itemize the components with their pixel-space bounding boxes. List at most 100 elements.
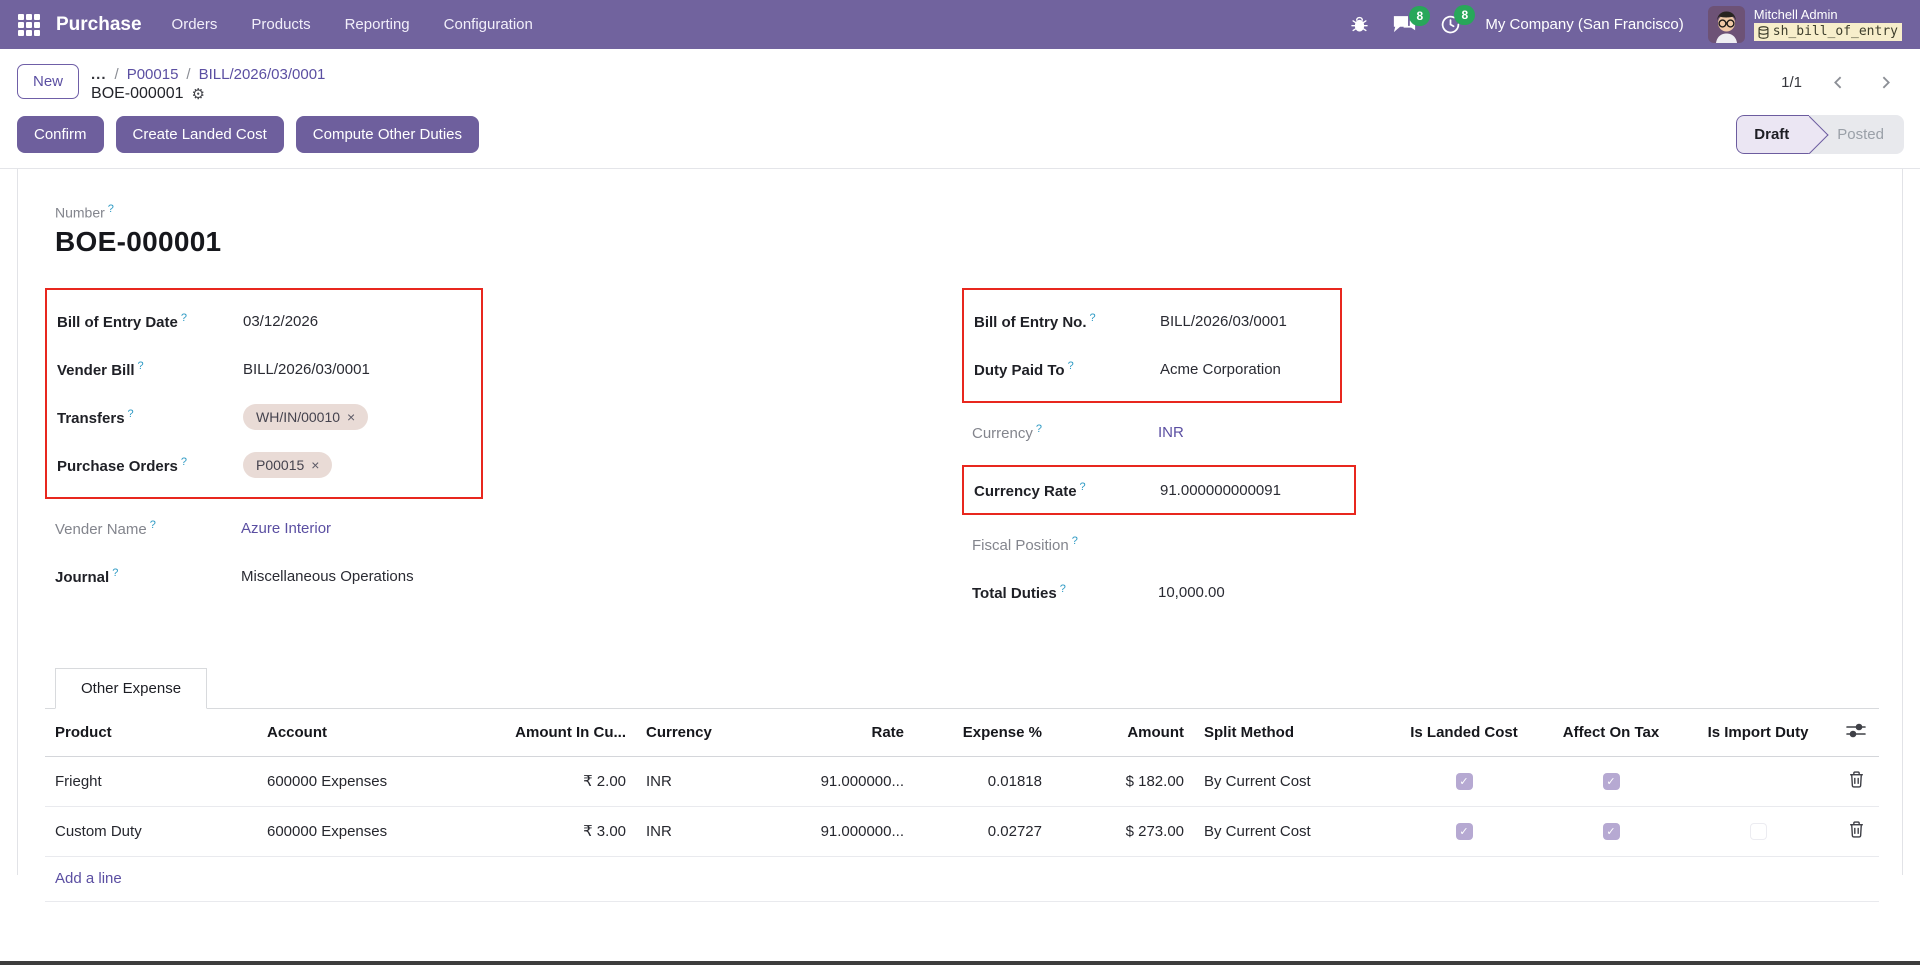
currency-rate-input[interactable]: 91.000000000091 [1160, 482, 1281, 499]
cell-split-method[interactable]: By Current Cost [1194, 823, 1390, 840]
bill-of-entry-date-input[interactable]: 03/12/2026 [243, 313, 318, 330]
col-header-is-landed-cost[interactable]: Is Landed Cost [1390, 711, 1538, 754]
col-header-amount[interactable]: Amount [1052, 711, 1194, 754]
vender-bill-input[interactable]: BILL/2026/03/0001 [243, 361, 370, 378]
help-icon: ? [108, 203, 114, 215]
duty-paid-to-input[interactable]: Acme Corporation [1160, 361, 1281, 378]
field-vender-bill: Vender Bill? BILL/2026/03/0001 [57, 354, 471, 385]
activities-clock-icon[interactable]: 8 [1440, 14, 1461, 35]
cell-rate[interactable]: 91.000000... [742, 823, 914, 840]
currency-link[interactable]: INR [1158, 424, 1184, 441]
help-icon: ? [1090, 312, 1096, 324]
help-icon: ? [1072, 535, 1078, 547]
is-landed-cost-checkbox[interactable] [1456, 823, 1473, 840]
cell-rate[interactable]: 91.000000... [742, 773, 914, 790]
cell-amount[interactable]: $ 273.00 [1052, 823, 1194, 840]
remove-tag-icon[interactable]: × [347, 409, 355, 425]
trash-icon [1849, 821, 1864, 838]
breadcrumb-ellipsis[interactable]: ... [91, 66, 107, 83]
action-bar: Confirm Create Landed Cost Compute Other… [0, 109, 1920, 169]
remove-tag-icon[interactable]: × [311, 457, 319, 473]
field-bill-of-entry-date: Bill of Entry Date? 03/12/2026 [57, 306, 471, 337]
database-icon [1758, 26, 1769, 39]
form-sheet: Number? BOE-000001 Bill of Entry Date? 0… [17, 169, 1903, 875]
user-menu[interactable]: Mitchell Admin sh_bill_of_entry [1708, 6, 1902, 43]
cell-split-method[interactable]: By Current Cost [1194, 773, 1390, 790]
tab-other-expense[interactable]: Other Expense [55, 668, 207, 709]
menu-orders[interactable]: Orders [172, 16, 218, 33]
is-landed-cost-checkbox[interactable] [1456, 773, 1473, 790]
transfer-tag[interactable]: WH/IN/00010 × [243, 404, 368, 430]
delete-row-button[interactable] [1849, 771, 1864, 788]
cell-amount-in-currency[interactable]: ₹ 3.00 [488, 822, 636, 840]
pager-next-button[interactable] [1875, 72, 1896, 93]
record-pager: 1/1 [1781, 64, 1896, 93]
col-header-expense-pct[interactable]: Expense % [914, 711, 1052, 754]
cell-expense-pct[interactable]: 0.02727 [914, 823, 1052, 840]
expense-lines-table: Product Account Amount In Cu... Currency… [45, 709, 1879, 902]
col-header-split-method[interactable]: Split Method [1194, 711, 1390, 754]
messages-icon[interactable]: 8 [1393, 15, 1416, 35]
gear-icon[interactable]: ⚙ [192, 85, 205, 103]
vender-name-link[interactable]: Azure Interior [241, 520, 331, 537]
cell-currency[interactable]: INR [636, 823, 742, 840]
col-header-currency[interactable]: Currency [636, 711, 742, 754]
menu-configuration[interactable]: Configuration [444, 16, 533, 33]
status-draft[interactable]: Draft [1736, 115, 1809, 154]
breadcrumb-link-purchase-order[interactable]: P00015 [127, 66, 179, 83]
pager-previous-button[interactable] [1828, 72, 1849, 93]
trash-icon [1849, 771, 1864, 788]
cell-product[interactable]: Custom Duty [45, 823, 257, 840]
cell-currency[interactable]: INR [636, 773, 742, 790]
table-row[interactable]: Frieght 600000 Expenses ₹ 2.00 INR 91.00… [45, 757, 1879, 807]
col-header-account[interactable]: Account [257, 711, 488, 754]
cell-account[interactable]: 600000 Expenses [257, 773, 488, 790]
purchase-order-tag[interactable]: P00015 × [243, 452, 332, 478]
bottom-edge-strip [0, 961, 1920, 965]
field-purchase-orders: Purchase Orders? P00015 × [57, 450, 471, 481]
affect-on-tax-checkbox[interactable] [1603, 773, 1620, 790]
cell-expense-pct[interactable]: 0.01818 [914, 773, 1052, 790]
field-currency: Currency? INR [972, 417, 1879, 448]
bill-of-entry-no-input[interactable]: BILL/2026/03/0001 [1160, 313, 1287, 330]
add-line-row: Add a line [45, 857, 1879, 902]
help-icon: ? [1060, 583, 1066, 595]
cell-product[interactable]: Frieght [45, 773, 257, 790]
field-currency-rate: Currency Rate? 91.000000000091 [974, 475, 1344, 506]
compute-other-duties-button[interactable]: Compute Other Duties [296, 116, 479, 153]
user-name: Mitchell Admin [1754, 8, 1838, 22]
chevron-right-icon [1877, 74, 1894, 91]
apps-menu-icon[interactable] [18, 14, 40, 36]
col-header-product[interactable]: Product [45, 711, 257, 754]
company-switcher[interactable]: My Company (San Francisco) [1485, 16, 1683, 33]
add-a-line-link[interactable]: Add a line [55, 870, 122, 887]
cell-account[interactable]: 600000 Expenses [257, 823, 488, 840]
is-import-duty-checkbox[interactable] [1750, 823, 1767, 840]
help-icon: ? [1036, 423, 1042, 435]
col-header-amount-in-currency[interactable]: Amount In Cu... [488, 711, 636, 754]
col-header-rate[interactable]: Rate [742, 711, 914, 754]
new-button[interactable]: New [17, 64, 79, 99]
user-avatar[interactable] [1708, 6, 1745, 43]
journal-input[interactable]: Miscellaneous Operations [241, 568, 414, 585]
menu-products[interactable]: Products [251, 16, 310, 33]
breadcrumb-link-vendor-bill[interactable]: BILL/2026/03/0001 [199, 66, 326, 83]
delete-row-button[interactable] [1849, 821, 1864, 838]
affect-on-tax-checkbox[interactable] [1603, 823, 1620, 840]
database-badge: sh_bill_of_entry [1754, 23, 1902, 41]
col-header-is-import-duty[interactable]: Is Import Duty [1684, 711, 1832, 754]
cell-amount[interactable]: $ 182.00 [1052, 773, 1194, 790]
breadcrumb-separator: / [186, 66, 190, 83]
debug-bug-icon[interactable] [1350, 15, 1369, 34]
create-landed-cost-button[interactable]: Create Landed Cost [116, 116, 284, 153]
app-name[interactable]: Purchase [56, 14, 142, 36]
field-total-duties: Total Duties? 10,000.00 [972, 577, 1879, 608]
optional-columns-toggle-button[interactable] [1846, 722, 1866, 739]
menu-reporting[interactable]: Reporting [345, 16, 410, 33]
confirm-button[interactable]: Confirm [17, 116, 104, 153]
col-header-affect-on-tax[interactable]: Affect On Tax [1538, 711, 1684, 754]
table-row[interactable]: Custom Duty 600000 Expenses ₹ 3.00 INR 9… [45, 807, 1879, 857]
form-right-column: Bill of Entry No.? BILL/2026/03/0001 Dut… [962, 288, 1879, 625]
messages-count-badge: 8 [1409, 6, 1430, 26]
cell-amount-in-currency[interactable]: ₹ 2.00 [488, 772, 636, 790]
